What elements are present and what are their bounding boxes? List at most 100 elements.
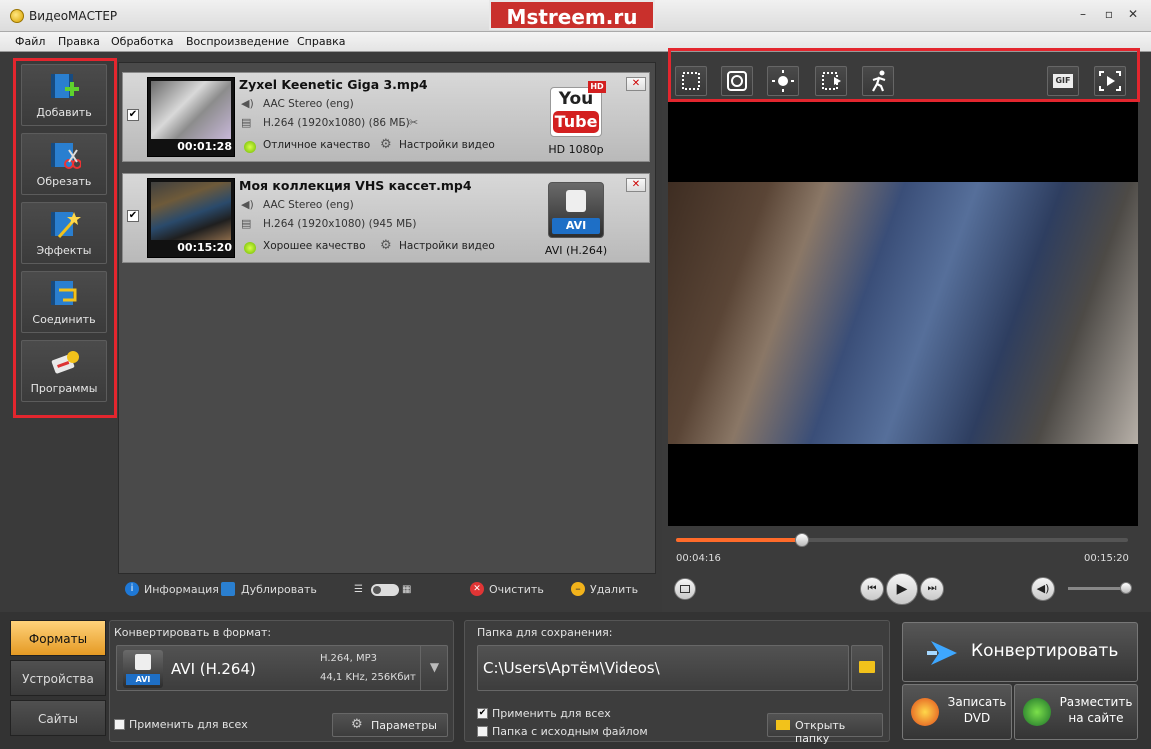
- file-row[interactable]: ✔ 00:01:28 Zyxel Keenetic Giga 3.mp4 ◀) …: [122, 72, 650, 162]
- youtube-logo-icon[interactable]: You Tube HD: [548, 81, 606, 137]
- seek-handle[interactable]: [794, 533, 809, 547]
- volume-button[interactable]: ◀): [1031, 577, 1055, 601]
- stabilize-button[interactable]: [721, 66, 753, 96]
- film-strip-icon: ▤: [241, 217, 252, 230]
- view-toggle[interactable]: [371, 584, 399, 596]
- video-frame: [668, 182, 1138, 444]
- video-settings-link[interactable]: Настройки видео: [399, 240, 495, 252]
- delete-icon: –: [571, 582, 585, 596]
- format-name: AVI (H.264): [171, 660, 256, 678]
- avi-badge: AVI: [552, 218, 600, 234]
- speed-button[interactable]: [862, 66, 894, 96]
- total-time: 00:15:20: [1084, 553, 1129, 564]
- video-preview[interactable]: [668, 102, 1138, 526]
- gif-button[interactable]: GIF: [1047, 66, 1079, 96]
- gear-icon[interactable]: ⚙: [380, 239, 394, 253]
- apply-all-folder-label: Применить для всех: [492, 707, 611, 720]
- bottom-panel: Форматы Устройства Сайты Конвертировать …: [0, 612, 1151, 749]
- menu-edit[interactable]: Правка: [58, 35, 100, 48]
- parameters-button[interactable]: ⚙ Параметры: [332, 713, 448, 737]
- file-checkbox[interactable]: ✔: [127, 109, 139, 121]
- file-name: Моя коллекция VHS кассет.mp4: [239, 178, 472, 193]
- previous-icon: ⏮: [867, 583, 877, 594]
- grid-view-icon[interactable]: ▦: [402, 584, 416, 596]
- folder-heading: Папка для сохранения:: [477, 626, 613, 639]
- join-button[interactable]: Соединить: [21, 271, 107, 333]
- clear-button[interactable]: Очистить: [489, 583, 544, 596]
- play-button[interactable]: ▶: [886, 573, 918, 605]
- menu-help[interactable]: Справка: [297, 35, 345, 48]
- watermark: Mstreem.ru: [489, 0, 655, 30]
- maximize-icon[interactable]: ▫: [1101, 6, 1117, 22]
- audio-info: AAC Stereo (eng): [263, 199, 354, 211]
- list-view-icon[interactable]: ☰: [354, 585, 368, 595]
- close-icon[interactable]: ✕: [1125, 6, 1141, 22]
- video-settings-link[interactable]: Настройки видео: [399, 139, 495, 151]
- effects-button[interactable]: Эффекты: [21, 202, 107, 264]
- minimize-icon[interactable]: –: [1075, 6, 1091, 22]
- format-spec-audio: 44,1 KHz, 256Кбит: [320, 672, 416, 683]
- source-folder-checkbox[interactable]: [477, 726, 488, 737]
- menu-processing[interactable]: Обработка: [111, 35, 173, 48]
- volume-handle[interactable]: [1120, 582, 1132, 594]
- programs-button[interactable]: Программы: [21, 340, 107, 402]
- browse-folder-button[interactable]: [851, 645, 883, 691]
- video-thumbnail: 00:01:28: [147, 77, 235, 157]
- app-logo-icon: [10, 9, 24, 23]
- apply-all-folder-checkbox[interactable]: ✔: [477, 708, 488, 719]
- rotate-icon: [822, 72, 841, 90]
- format-selector[interactable]: AVI AVI (H.264) H.264, MP3 44,1 KHz, 256…: [116, 645, 448, 691]
- menu-playback[interactable]: Воспроизведение: [186, 35, 289, 48]
- file-checkbox[interactable]: ✔: [127, 210, 139, 222]
- snapshot-button[interactable]: [674, 578, 696, 600]
- snapshot-icon: [680, 585, 690, 593]
- delete-button[interactable]: Удалить: [590, 583, 638, 596]
- fullscreen-button[interactable]: [1094, 66, 1126, 96]
- seek-bar[interactable]: [676, 533, 1128, 547]
- burn-dvd-line2: DVD: [963, 711, 991, 725]
- crop-button[interactable]: [675, 66, 707, 96]
- folder-path: C:\Users\Артём\Videos\: [483, 659, 660, 677]
- open-folder-button[interactable]: Открыть папку: [767, 713, 883, 745]
- menu-file[interactable]: Файл: [15, 35, 45, 48]
- tab-devices[interactable]: Устройства: [10, 660, 106, 696]
- quality-icon: [244, 242, 256, 254]
- film-scissors-icon: [51, 143, 81, 169]
- video-thumbnail: 00:15:20: [147, 178, 235, 258]
- programs-key-icon: [51, 351, 79, 374]
- file-name: Zyxel Keenetic Giga 3.mp4: [239, 77, 428, 92]
- output-format-label: AVI (H.264): [544, 244, 608, 257]
- chevron-down-icon[interactable]: ▼: [420, 645, 448, 691]
- previous-button[interactable]: ⏮: [860, 577, 884, 601]
- film-add-icon: [51, 74, 79, 98]
- avi-camera-icon[interactable]: AVI: [548, 182, 606, 238]
- quality-label: Хорошее качество: [263, 240, 366, 252]
- duplicate-button[interactable]: Дублировать: [241, 583, 317, 596]
- apply-all-format-checkbox[interactable]: [114, 719, 125, 730]
- tab-sites[interactable]: Сайты: [10, 700, 106, 736]
- app-title: ВидеоМАСТЕР: [29, 9, 118, 23]
- add-button[interactable]: Добавить: [21, 64, 107, 126]
- tab-formats[interactable]: Форматы: [10, 620, 106, 656]
- publish-button[interactable]: Разместить на сайте: [1014, 684, 1138, 740]
- file-row[interactable]: ✔ 00:15:20 Моя коллекция VHS кассет.mp4 …: [122, 173, 650, 263]
- volume-slider[interactable]: [1068, 582, 1132, 594]
- folder-icon: [776, 720, 790, 730]
- info-button[interactable]: Информация: [144, 583, 219, 596]
- clear-icon: ✕: [470, 582, 484, 596]
- remove-file-button[interactable]: ✕: [626, 77, 646, 91]
- brightness-button[interactable]: [767, 66, 799, 96]
- apply-all-format-label: Применить для всех: [129, 718, 248, 731]
- gear-icon[interactable]: ⚙: [380, 138, 394, 152]
- video-duration: 00:15:20: [177, 241, 232, 254]
- next-button[interactable]: ⏭: [920, 577, 944, 601]
- speaker-icon: ◀): [241, 97, 254, 110]
- rotate-button[interactable]: [815, 66, 847, 96]
- burn-dvd-button[interactable]: Записать DVD: [902, 684, 1012, 740]
- remove-file-button[interactable]: ✕: [626, 178, 646, 192]
- trim-button[interactable]: Обрезать: [21, 133, 107, 195]
- folder-path-field[interactable]: C:\Users\Артём\Videos\: [477, 645, 849, 691]
- scissors-icon[interactable]: ✂: [409, 116, 423, 129]
- convert-button[interactable]: Конвертировать: [902, 622, 1138, 682]
- open-folder-label: Открыть папку: [795, 719, 846, 745]
